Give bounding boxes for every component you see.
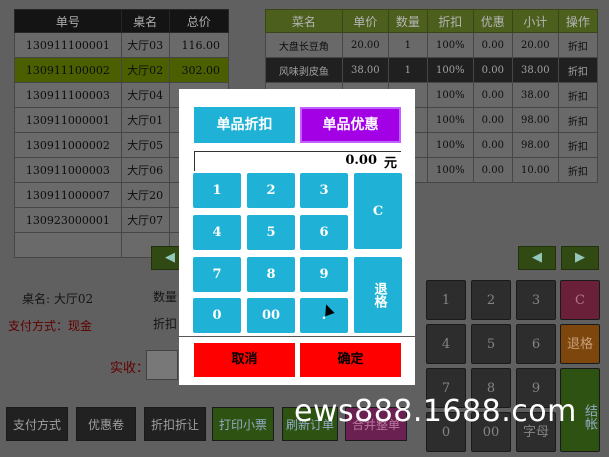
confirm-button[interactable]: 确定 [300,343,401,377]
clear-button[interactable]: C [354,173,402,249]
watermark-text: ews888.1688.com [294,394,577,429]
key-8[interactable]: 8 [247,257,295,292]
divider [179,336,415,337]
tab-item-discount[interactable]: 单品折扣 [194,107,295,143]
key-00[interactable]: 00 [247,298,295,333]
key-1[interactable]: 1 [193,173,241,208]
key-4[interactable]: 4 [193,215,241,250]
key-7[interactable]: 7 [193,257,241,292]
key-9[interactable]: 9 [300,257,348,292]
amount-unit: 元 [383,156,397,171]
discount-dialog: 单品折扣 单品优惠 0.00 元 1 2 3 C 4 5 6 7 8 9 退格 … [179,89,415,385]
backspace-button[interactable]: 退格 [354,257,402,333]
key-5[interactable]: 5 [247,215,295,250]
tab-item-promo[interactable]: 单品优惠 [300,107,401,143]
amount-display: 0.00 元 [194,151,401,171]
amount-value: 0.00 [345,153,377,168]
key-6[interactable]: 6 [300,215,348,250]
cancel-button[interactable]: 取消 [194,343,295,377]
key-3[interactable]: 3 [300,173,348,208]
key-2[interactable]: 2 [247,173,295,208]
key-0[interactable]: 0 [193,298,241,333]
